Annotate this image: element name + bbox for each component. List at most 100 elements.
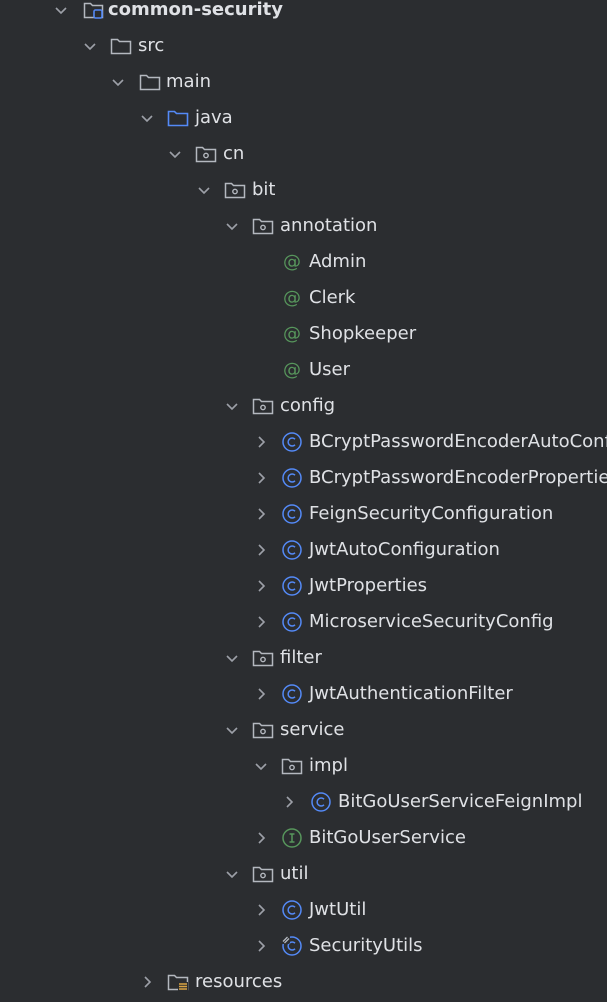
annotation-label: Shopkeeper bbox=[309, 323, 417, 344]
tree-row-clerk[interactable]: @ Clerk bbox=[0, 280, 607, 316]
chevron-right-icon[interactable] bbox=[137, 972, 157, 992]
project-tree: common-security src main java cn bit ann… bbox=[0, 0, 607, 1002]
chevron-down-icon[interactable] bbox=[137, 108, 157, 128]
tree-row-common-security[interactable]: common-security bbox=[0, 0, 607, 28]
annotation-label: Admin bbox=[309, 251, 367, 272]
tree-row-resources[interactable]: resources bbox=[0, 964, 607, 1000]
tree-row-filter[interactable]: filter bbox=[0, 640, 607, 676]
chevron-down-icon[interactable] bbox=[222, 396, 242, 416]
tree-row-shopkeeper[interactable]: @ Shopkeeper bbox=[0, 316, 607, 352]
class-label: SecurityUtils bbox=[309, 935, 423, 956]
chevron-down-icon[interactable] bbox=[222, 216, 242, 236]
tree-row-service[interactable]: service bbox=[0, 712, 607, 748]
class-icon bbox=[282, 504, 302, 524]
chevron-down-icon[interactable] bbox=[165, 144, 185, 164]
class-label: BCryptPasswordEncoderProperties bbox=[309, 467, 607, 488]
svg-text:@: @ bbox=[283, 360, 301, 381]
tree-row-user[interactable]: @ User bbox=[0, 352, 607, 388]
tree-row-admin[interactable]: @ Admin bbox=[0, 244, 607, 280]
chevron-down-icon[interactable] bbox=[108, 72, 128, 92]
class-icon bbox=[282, 900, 302, 920]
tree-row-class[interactable]: SecurityUtils bbox=[0, 928, 607, 964]
svg-text:@: @ bbox=[283, 288, 301, 309]
tree-row-annotation[interactable]: annotation bbox=[0, 208, 607, 244]
annotation-icon: @ bbox=[283, 288, 301, 309]
class-label: MicroserviceSecurityConfig bbox=[309, 611, 554, 632]
annotation-icon: @ bbox=[283, 324, 301, 345]
tree-row-java[interactable]: java bbox=[0, 100, 607, 136]
annotation-icon: @ bbox=[283, 360, 301, 381]
tree-row-cn[interactable]: cn bbox=[0, 136, 607, 172]
chevron-right-icon[interactable] bbox=[251, 432, 271, 452]
folder-label: src bbox=[138, 35, 165, 56]
class-label: JwtUtil bbox=[309, 899, 367, 920]
tree-row-class[interactable]: BitGoUserServiceFeignImpl bbox=[0, 784, 607, 820]
tree-row-class[interactable]: FeignSecurityConfiguration bbox=[0, 496, 607, 532]
package-label: bit bbox=[252, 179, 276, 200]
package-icon bbox=[252, 650, 274, 667]
tree-row-class[interactable]: JwtUtil bbox=[0, 892, 607, 928]
package-icon bbox=[252, 398, 274, 415]
package-label: annotation bbox=[280, 215, 378, 236]
package-label: cn bbox=[223, 143, 245, 164]
class-icon bbox=[281, 935, 302, 956]
class-label: JwtProperties bbox=[309, 575, 428, 596]
folder-label: main bbox=[166, 71, 211, 92]
tree-row-config[interactable]: config bbox=[0, 388, 607, 424]
tree-row-bit[interactable]: bit bbox=[0, 172, 607, 208]
chevron-down-icon[interactable] bbox=[222, 864, 242, 884]
package-icon bbox=[252, 866, 274, 883]
annotation-label: Clerk bbox=[309, 287, 356, 308]
chevron-right-icon[interactable] bbox=[251, 576, 271, 596]
folder-icon bbox=[110, 38, 132, 55]
class-label: JwtAutoConfiguration bbox=[309, 539, 500, 560]
chevron-right-icon[interactable] bbox=[251, 936, 271, 956]
class-label: JwtAuthenticationFilter bbox=[309, 683, 513, 704]
package-icon bbox=[224, 182, 246, 199]
tree-row-class[interactable]: BCryptPasswordEncoderProperties bbox=[0, 460, 607, 496]
chevron-down-icon[interactable] bbox=[251, 756, 271, 776]
class-icon bbox=[282, 576, 302, 596]
resources-folder-icon bbox=[167, 974, 189, 991]
tree-row-util[interactable]: util bbox=[0, 856, 607, 892]
chevron-right-icon[interactable] bbox=[251, 900, 271, 920]
tree-row-main[interactable]: main bbox=[0, 64, 607, 100]
package-icon bbox=[281, 758, 303, 775]
package-label: impl bbox=[309, 755, 348, 776]
chevron-down-icon[interactable] bbox=[80, 36, 100, 56]
module-label: common-security bbox=[108, 0, 283, 20]
tree-row-impl[interactable]: impl bbox=[0, 748, 607, 784]
chevron-down-icon[interactable] bbox=[194, 180, 214, 200]
svg-text:@: @ bbox=[283, 324, 301, 345]
folder-label: java bbox=[195, 107, 233, 128]
tree-row-class[interactable]: JwtAuthenticationFilter bbox=[0, 676, 607, 712]
chevron-right-icon[interactable] bbox=[251, 540, 271, 560]
tree-row-class[interactable]: JwtProperties bbox=[0, 568, 607, 604]
class-label: FeignSecurityConfiguration bbox=[309, 503, 554, 524]
chevron-right-icon[interactable] bbox=[251, 504, 271, 524]
chevron-right-icon[interactable] bbox=[251, 612, 271, 632]
package-icon bbox=[252, 218, 274, 235]
module-folder-icon bbox=[83, 2, 104, 19]
class-icon bbox=[282, 468, 302, 488]
tree-row-class[interactable]: BCryptPasswordEncoderAutoConfi bbox=[0, 424, 607, 460]
tree-row-src[interactable]: src bbox=[0, 28, 607, 64]
chevron-down-icon[interactable] bbox=[51, 0, 71, 20]
interface-label: BitGoUserService bbox=[309, 827, 466, 848]
package-icon bbox=[252, 722, 274, 739]
chevron-right-icon[interactable] bbox=[251, 828, 271, 848]
class-icon bbox=[282, 684, 302, 704]
tree-row-interface[interactable]: BitGoUserService bbox=[0, 820, 607, 856]
chevron-right-icon[interactable] bbox=[251, 684, 271, 704]
interface-icon bbox=[282, 828, 302, 848]
tree-row-class[interactable]: JwtAutoConfiguration bbox=[0, 532, 607, 568]
chevron-right-icon[interactable] bbox=[279, 792, 299, 812]
annotation-label: User bbox=[309, 359, 351, 380]
folder-label: resources bbox=[195, 971, 283, 992]
tree-row-class[interactable]: MicroserviceSecurityConfig bbox=[0, 604, 607, 640]
package-icon bbox=[195, 146, 217, 163]
chevron-down-icon[interactable] bbox=[222, 648, 242, 668]
chevron-right-icon[interactable] bbox=[251, 468, 271, 488]
chevron-down-icon[interactable] bbox=[222, 720, 242, 740]
class-icon bbox=[311, 792, 331, 812]
